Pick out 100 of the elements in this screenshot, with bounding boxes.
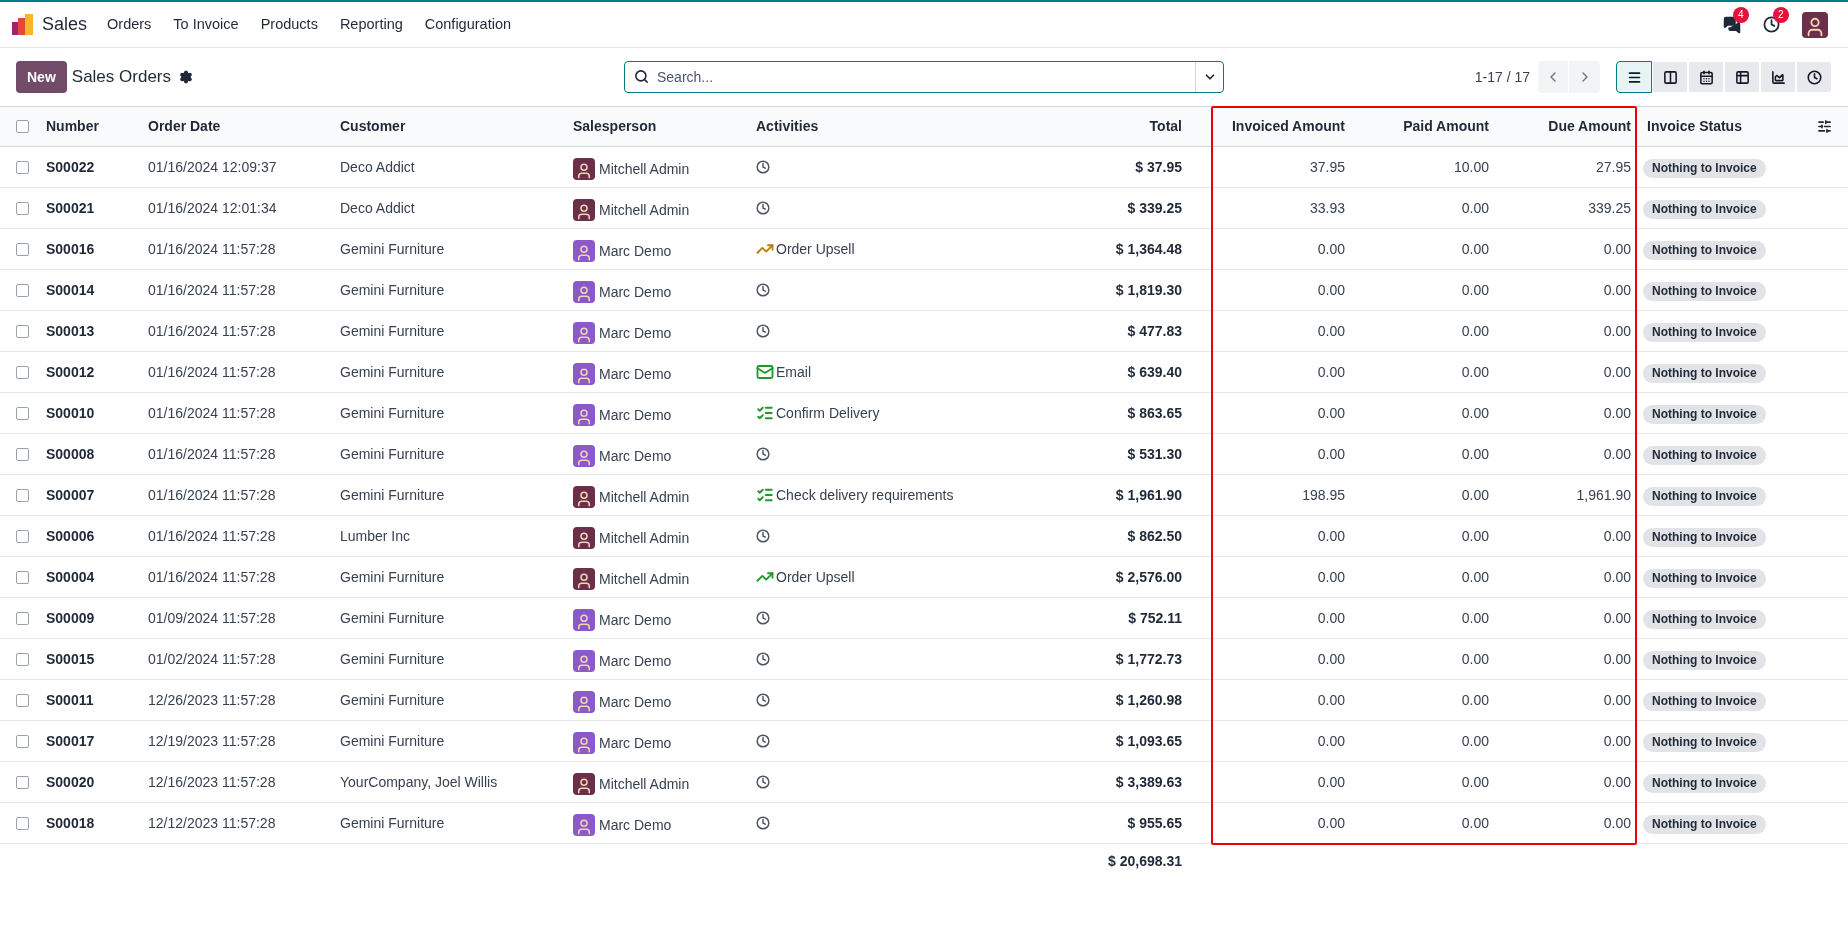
column-header[interactable]: Order Date: [148, 118, 221, 134]
order-total: $ 2,576.00: [1115, 568, 1182, 585]
invoiced-amount: 0.00: [1317, 814, 1345, 831]
clock-icon[interactable]: [756, 160, 770, 174]
customer-name: Gemini Furniture: [340, 732, 445, 749]
column-header[interactable]: Number: [46, 118, 99, 134]
user-avatar-icon[interactable]: [1802, 11, 1828, 38]
search-icon: [634, 69, 649, 84]
order-number: S00017: [46, 732, 95, 749]
column-header[interactable]: Salesperson: [573, 118, 657, 134]
row-checkbox[interactable]: [16, 652, 29, 666]
clock-icon[interactable]: [756, 652, 770, 666]
notification-badge: 4: [1733, 6, 1749, 23]
order-total: $ 639.40: [1127, 363, 1182, 380]
row-checkbox[interactable]: [16, 242, 29, 256]
row-checkbox[interactable]: [16, 488, 29, 502]
status-badge: Nothing to Invoice: [1643, 732, 1766, 752]
clock-icon[interactable]: [756, 734, 770, 748]
checklist-icon[interactable]: [756, 486, 774, 504]
salesperson-name: Mitchell Admin: [599, 569, 690, 589]
clock-icon[interactable]: [756, 693, 770, 707]
order-total: $ 477.83: [1127, 322, 1182, 339]
customer-name: Gemini Furniture: [340, 486, 445, 503]
clock-icon[interactable]: [756, 775, 770, 789]
column-header[interactable]: Activities: [756, 118, 819, 134]
row-checkbox[interactable]: [16, 283, 29, 297]
due-amount: 0.00: [1603, 363, 1631, 380]
row-checkbox[interactable]: [16, 365, 29, 379]
order-date: 01/09/2024 11:57:28: [148, 609, 276, 626]
row-checkbox[interactable]: [16, 611, 29, 625]
salesperson-name: Marc Demo: [599, 241, 672, 261]
order-number: S00020: [46, 773, 95, 790]
clock-icon[interactable]: [756, 283, 770, 297]
column-header[interactable]: Due Amount: [1548, 118, 1631, 134]
paid-amount: 0.00: [1461, 568, 1489, 585]
new-button[interactable]: New: [16, 61, 67, 93]
status-badge: Nothing to Invoice: [1643, 199, 1766, 219]
clock-icon[interactable]: [756, 201, 770, 215]
salesperson-name: Marc Demo: [599, 651, 672, 671]
customer-name: Deco Addict: [340, 199, 415, 216]
list-view-icon: [1626, 69, 1642, 85]
select-all-checkbox[interactable]: [16, 120, 29, 133]
due-amount: 0.00: [1603, 773, 1631, 790]
menu-item[interactable]: Reporting: [339, 13, 403, 36]
checklist-icon[interactable]: [756, 404, 774, 422]
row-checkbox[interactable]: [16, 775, 29, 789]
clock-icon[interactable]: [756, 816, 770, 830]
previous-button[interactable]: [1538, 61, 1569, 93]
status-badge: Nothing to Invoice: [1643, 568, 1766, 588]
activity-label[interactable]: Confirm Delivery: [776, 402, 880, 424]
row-checkbox[interactable]: [16, 693, 29, 707]
order-number: S00016: [46, 240, 95, 257]
row-checkbox[interactable]: [16, 324, 29, 338]
order-total: $ 1,093.65: [1115, 732, 1182, 749]
menu-item[interactable]: Orders: [107, 13, 152, 36]
due-amount: 0.00: [1603, 322, 1631, 339]
invoiced-amount: 198.95: [1302, 486, 1345, 503]
row-checkbox[interactable]: [16, 529, 29, 543]
menu-item[interactable]: Configuration: [424, 13, 511, 36]
row-checkbox[interactable]: [16, 406, 29, 420]
invoiced-amount: 0.00: [1317, 281, 1345, 298]
activity-label[interactable]: Check delivery requirements: [776, 484, 954, 506]
row-checkbox[interactable]: [16, 201, 29, 215]
row-checkbox[interactable]: [16, 160, 29, 174]
status-badge: Nothing to Invoice: [1643, 691, 1766, 711]
notification-badge: 2: [1773, 7, 1789, 23]
activity-label[interactable]: Order Upsell: [776, 566, 855, 588]
clock-icon[interactable]: [756, 611, 770, 625]
activity-label[interactable]: Order Upsell: [776, 238, 855, 260]
row-checkbox[interactable]: [16, 734, 29, 748]
customer-name: Lumber Inc: [340, 527, 411, 544]
menu-item[interactable]: To Invoice: [173, 13, 239, 36]
column-header[interactable]: Customer: [340, 118, 406, 134]
search-field[interactable]: Search...: [624, 61, 1224, 93]
paid-amount: 0.00: [1461, 609, 1489, 626]
column-header[interactable]: Invoiced Amount: [1231, 118, 1345, 134]
due-amount: 1,961.90: [1576, 486, 1631, 503]
paid-amount: 10.00: [1453, 158, 1489, 175]
salesperson-name: Marc Demo: [599, 323, 672, 343]
column-header[interactable]: Total: [1149, 118, 1182, 134]
sliders-icon[interactable]: [1817, 119, 1832, 134]
settings-icon[interactable]: [179, 70, 193, 84]
envelope-icon[interactable]: [756, 363, 774, 381]
app-name[interactable]: Sales: [42, 11, 88, 38]
row-checkbox[interactable]: [16, 816, 29, 830]
due-amount: 339.25: [1588, 199, 1631, 216]
activity-label[interactable]: Email: [776, 361, 811, 383]
calendar-icon: [1698, 69, 1714, 85]
pager-value[interactable]: 1-17 / 17: [1474, 66, 1530, 88]
view-switch-button[interactable]: [1616, 61, 1652, 93]
column-header[interactable]: Paid Amount: [1403, 118, 1489, 134]
clock-icon[interactable]: [756, 447, 770, 461]
row-checkbox[interactable]: [16, 570, 29, 584]
order-date: 01/02/2024 11:57:28: [148, 650, 276, 667]
clock-icon[interactable]: [756, 529, 770, 543]
clock-icon[interactable]: [756, 324, 770, 338]
column-header[interactable]: Invoice Status: [1647, 116, 1742, 137]
menu-item[interactable]: Products: [260, 13, 318, 36]
clock-icon[interactable]: [1763, 16, 1780, 33]
row-checkbox[interactable]: [16, 447, 29, 461]
